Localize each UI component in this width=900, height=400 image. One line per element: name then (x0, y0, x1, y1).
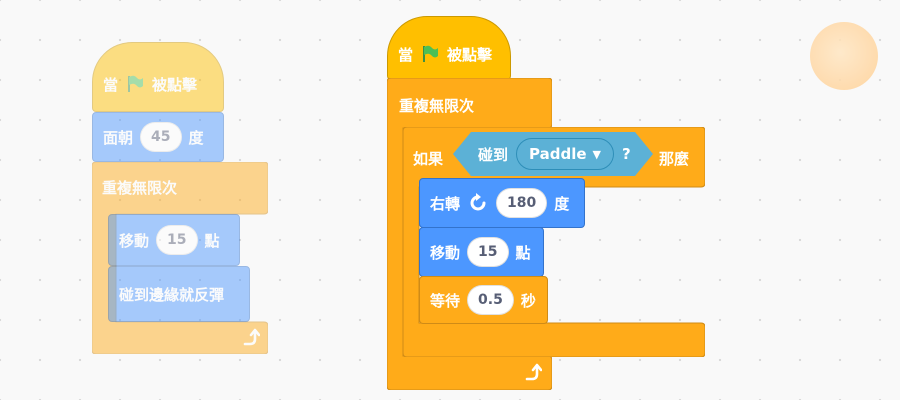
loop-arrow-icon (522, 363, 542, 383)
left-when-flag-clicked-block[interactable]: 當 被點擊 (92, 42, 224, 112)
if-label: 如果 (413, 150, 444, 168)
green-flag-icon (125, 74, 145, 94)
touching-target-dropdown[interactable]: Paddle ▼ (516, 138, 614, 170)
hat-clicked-label: 被點擊 (152, 75, 198, 94)
steps-value-input[interactable]: 15 (467, 237, 509, 267)
left-bounce-block[interactable]: 碰到邊緣就反彈 (108, 266, 250, 322)
wait-seconds-block[interactable]: 等待 0.5 秒 (419, 276, 548, 324)
turn-right-block[interactable]: 右轉 180 度 (419, 178, 585, 228)
turn-right-icon (467, 192, 489, 214)
forever-label: 重複無限次 (399, 97, 475, 115)
hat-clicked-label: 被點擊 (447, 45, 493, 64)
move-unit-label: 點 (204, 231, 220, 250)
forever-label: 重複無限次 (102, 179, 178, 197)
move-steps-block[interactable]: 移動 15 點 (419, 227, 544, 277)
steps-value-input[interactable]: 15 (156, 225, 198, 255)
wait-label: 等待 (430, 291, 461, 310)
then-label: 那麼 (659, 150, 690, 168)
hat-when-label: 當 (398, 45, 414, 64)
turn-degrees-input[interactable]: 180 (496, 188, 548, 218)
left-move-steps-block[interactable]: 移動 15 點 (108, 214, 240, 266)
move-unit-label: 點 (515, 243, 531, 262)
turn-unit-label: 度 (554, 194, 570, 213)
touching-target-value: Paddle (529, 145, 587, 163)
stage-glow-orb (810, 22, 878, 90)
point-label: 面朝 (103, 128, 134, 147)
hat-when-label: 當 (103, 75, 119, 94)
touching-sensing-block[interactable]: 碰到 Paddle ▼ ? (453, 132, 653, 176)
wait-unit-label: 秒 (520, 291, 536, 310)
touching-label: 碰到 (478, 145, 509, 164)
move-label: 移動 (119, 231, 150, 250)
when-flag-clicked-block[interactable]: 當 被點擊 (387, 16, 511, 80)
dropdown-caret-icon: ▼ (592, 147, 601, 161)
bounce-label: 碰到邊緣就反彈 (119, 285, 225, 304)
point-unit-label: 度 (188, 128, 204, 147)
green-flag-icon (420, 44, 440, 64)
move-label: 移動 (430, 243, 461, 262)
wait-seconds-input[interactable]: 0.5 (467, 285, 514, 315)
question-mark-label: ? (622, 145, 631, 163)
left-point-direction-block[interactable]: 面朝 45 度 (92, 112, 224, 162)
turn-label: 右轉 (430, 194, 461, 213)
loop-arrow-icon (240, 328, 260, 348)
direction-value-input[interactable]: 45 (140, 122, 182, 152)
